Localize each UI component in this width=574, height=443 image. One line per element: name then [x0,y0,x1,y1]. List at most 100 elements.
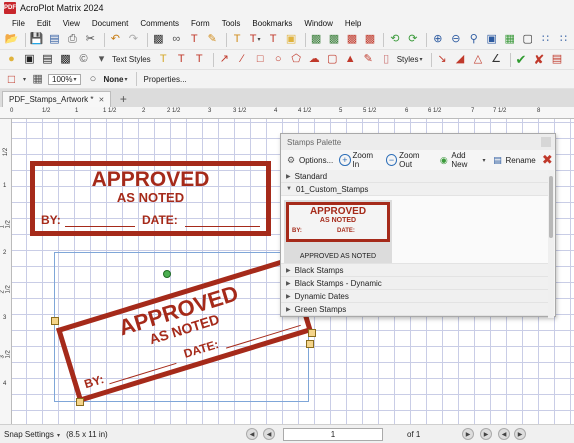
dimension-tool-icon[interactable]: ▢ [325,52,340,67]
save-all-icon[interactable]: ▤ [47,32,62,47]
rotate-handle[interactable] [163,270,171,278]
resize-handle[interactable] [76,398,84,406]
measure-perimeter-icon[interactable]: ◢ [453,52,468,67]
menu-document[interactable]: Document [86,19,134,28]
next-page-icon[interactable]: ▶ [462,428,474,440]
eraser-tool-icon[interactable]: ▯ [379,52,394,67]
menu-comments[interactable]: Comments [134,19,185,28]
group-black-stamps-dynamic[interactable]: ▶ Black Stamps - Dynamic [281,277,549,290]
page-number-input[interactable]: 1 [283,428,383,441]
forward-view-icon[interactable]: ▶ [514,428,526,440]
insert-page-icon[interactable]: ▩ [344,32,359,47]
callout-icon[interactable]: ▤ [40,52,55,67]
approved-stamp[interactable]: APPROVED AS NOTED BY: DATE: [30,161,271,236]
snap-settings-button[interactable]: Snap Settings ▾ [4,430,60,439]
rotate-right-icon[interactable]: ⟳ [405,32,420,47]
text-styles-button[interactable]: Text Styles [112,55,151,64]
menu-help[interactable]: Help [339,19,367,28]
highlight-text-icon[interactable]: T [156,52,171,67]
text-styles-dropdown-icon[interactable]: ▾ [94,52,109,67]
copyright-icon[interactable]: © [76,52,91,67]
add-tab-button[interactable]: + [115,91,131,107]
redo-icon[interactable]: ↷ [126,32,141,47]
back-view-icon[interactable]: ◀ [498,428,510,440]
highlight-icon[interactable]: ▣ [284,32,299,47]
delete-icon[interactable]: ✖ [542,152,553,167]
zoom-window-icon[interactable]: ⚲ [466,32,481,47]
last-page-icon[interactable]: ▶ [480,428,492,440]
group-green-stamps[interactable]: ▶ Green Stamps [281,303,549,316]
resize-handle[interactable] [308,329,316,337]
options-button[interactable]: ⚙ Options... [285,154,333,166]
properties-button[interactable]: Properties... [144,75,187,84]
polygon-tool-icon[interactable]: ⬠ [289,52,304,67]
actual-size-icon[interactable]: ▢ [520,32,535,47]
measure-distance-icon[interactable]: ↘ [435,52,450,67]
open-folder-icon[interactable]: 📂 [4,32,19,47]
palette-scrollbar[interactable] [548,170,554,318]
color-square-icon[interactable]: □ [4,72,19,87]
menu-tools[interactable]: Tools [216,19,247,28]
undo-icon[interactable]: ↶ [108,32,123,47]
close-icon[interactable]: ✕ [98,96,104,104]
menu-file[interactable]: File [6,19,31,28]
zoom-in-icon[interactable]: ⊕ [430,32,445,47]
grid-snap-icon[interactable]: ∷ [538,32,553,47]
line-tool-icon[interactable]: ∕ [235,52,250,67]
previous-page-icon[interactable]: ◀ [263,428,275,440]
resize-handle[interactable] [51,317,59,325]
resize-handle[interactable] [306,340,314,348]
merge-icon[interactable]: ▩ [309,32,324,47]
measure-angle-icon[interactable]: ∠ [489,52,504,67]
text-plus-icon[interactable]: T [266,32,281,47]
text-edit-icon[interactable]: T [230,32,245,47]
cut-icon[interactable]: ✂ [83,32,98,47]
menu-window[interactable]: Window [298,19,338,28]
group-custom-stamps[interactable]: ▼ 01_Custom_Stamps [281,183,549,196]
underline-icon[interactable]: T [192,52,207,67]
stamp-thumbnail[interactable]: APPROVED AS NOTED BY: DATE: APPROVED AS … [284,200,392,263]
menu-edit[interactable]: Edit [31,19,57,28]
rectangle-tool-icon[interactable]: □ [253,52,268,67]
cloud-tool-icon[interactable]: ☁ [307,52,322,67]
zoom-out-icon[interactable]: ⊖ [448,32,463,47]
scrollbar-thumb[interactable] [549,176,553,238]
styles-button[interactable]: Styles ▾ [397,55,423,64]
grid-icon[interactable]: ∷ [556,32,571,47]
camera-icon[interactable]: ▩ [151,32,166,47]
checkmark-icon[interactable]: ✔ [514,52,529,67]
color-dropdown-icon[interactable]: ▾ [23,76,26,83]
group-dynamic-dates[interactable]: ▶ Dynamic Dates [281,290,549,303]
fit-width-icon[interactable]: ▦ [502,32,517,47]
arrow-tool-icon[interactable]: ↗ [217,52,232,67]
measure-area-icon[interactable]: △ [471,52,486,67]
zoom-in-button[interactable]: + Zoom In [339,151,380,169]
rotate-left-icon[interactable]: ⟲ [387,32,402,47]
rename-button[interactable]: ▤ Rename [492,154,536,166]
opacity-select[interactable]: 100% ▾ [48,73,81,85]
markup-list-icon[interactable]: ▤ [550,52,565,67]
text-edit-menu-icon[interactable]: T ▾ [248,32,263,47]
group-black-stamps[interactable]: ▶ Black Stamps [281,264,549,277]
print-icon[interactable]: ⎙ [65,32,80,47]
strikeout-icon[interactable]: T [174,52,189,67]
text-box-icon[interactable]: ▣ [22,52,37,67]
typewriter-icon[interactable]: ▩ [58,52,73,67]
menu-view[interactable]: View [57,19,86,28]
fit-page-icon[interactable]: ▣ [484,32,499,47]
save-icon[interactable]: 💾 [29,32,44,47]
line-style-select[interactable]: None ▾ [104,75,128,84]
pencil-tool-icon[interactable]: ✎ [361,52,376,67]
link-icon[interactable]: ∞ [169,32,184,47]
tab-pdf-stamps-artwork[interactable]: PDF_Stamps_Artwork * ✕ [2,91,112,107]
comment-icon[interactable]: ● [4,52,19,67]
palette-close-button[interactable] [541,137,551,147]
stamp-tool-icon[interactable]: ▲ [343,52,358,67]
menu-form[interactable]: Form [185,19,216,28]
menu-bookmarks[interactable]: Bookmarks [246,19,298,28]
split-icon[interactable]: ▩ [327,32,342,47]
cross-icon[interactable]: ✘ [532,52,547,67]
group-standard[interactable]: ▶ Standard [281,170,549,183]
ellipse-tool-icon[interactable]: ○ [271,52,286,67]
add-new-button[interactable]: ◉ Add New ▾ [438,151,486,169]
